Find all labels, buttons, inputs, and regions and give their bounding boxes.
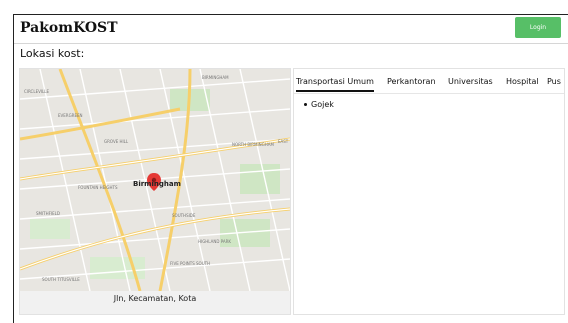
map-area-label: EAST (278, 139, 289, 144)
map-city-label: Birmingham (133, 180, 181, 188)
location-heading: Lokasi kost: (20, 47, 85, 60)
map-area-label: SOUTH TITUSVILLE (42, 277, 80, 282)
map-area-label: SMITHFIELD (36, 211, 60, 216)
tab-pus[interactable]: Pus (547, 75, 561, 89)
tab-bar: Transportasi Umum Perkantoran Universita… (294, 75, 564, 93)
map-area-label: CIRCLEVILLE (24, 89, 50, 94)
map-area-label: NORTH BIRMINGHAM (232, 142, 274, 147)
map-area-label: HIGHLAND PARK (198, 239, 231, 244)
window-frame-left (13, 14, 14, 323)
address-text: Jln, Kecamatan, Kota (113, 294, 197, 303)
tab-universitas[interactable]: Universitas (448, 75, 493, 89)
map-area-label: SOUTHSIDE (172, 213, 196, 218)
map-area-label: BIRMINGHAM (202, 75, 229, 80)
map-area-label: GROVE HILL (104, 139, 129, 144)
brand-logo[interactable]: PakomKOST (20, 20, 118, 36)
nearby-places-card: Transportasi Umum Perkantoran Universita… (293, 68, 565, 315)
bullet-icon (304, 103, 307, 106)
map-view[interactable]: Birmingham CIRCLEVILLE EVERGREEN GROVE H… (20, 69, 290, 291)
map-area-label: FOUNTAIN HEIGHTS (78, 185, 118, 190)
place-name: Gojek (311, 100, 334, 109)
tab-divider (294, 93, 564, 94)
place-list: Gojek (304, 99, 334, 110)
map-card: Birmingham CIRCLEVILLE EVERGREEN GROVE H… (19, 68, 291, 315)
login-button[interactable]: Login (515, 17, 561, 38)
tab-transportasi-umum[interactable]: Transportasi Umum (296, 75, 374, 92)
list-item: Gojek (304, 99, 334, 110)
tab-perkantoran[interactable]: Perkantoran (387, 75, 436, 89)
tab-hospital[interactable]: Hospital (506, 75, 539, 89)
map-area-label: FIVE POINTS SOUTH (170, 261, 211, 266)
navbar: PakomKOST Login (14, 15, 568, 44)
map-area-label: EVERGREEN (58, 113, 83, 118)
